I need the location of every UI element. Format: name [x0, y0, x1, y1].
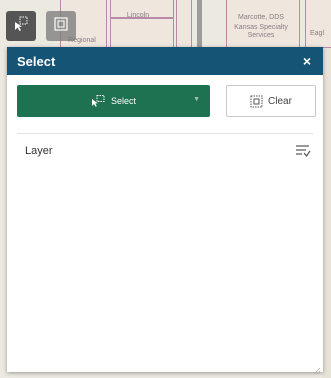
app-root: Lincoln Regional Marcotte, DDS Kansas Sp… — [0, 0, 331, 378]
resize-grip-icon[interactable] — [313, 362, 321, 375]
select-cursor-icon — [91, 95, 105, 107]
clear-selection-icon — [250, 95, 263, 108]
map-label: Marcotte, DDS — [238, 14, 284, 21]
select-panel: Select × Select ▼ Clear Layer — [7, 47, 323, 375]
filter-icon[interactable] — [295, 144, 313, 158]
map-road — [197, 0, 202, 48]
select-cursor-icon — [13, 16, 29, 37]
map-parcel — [305, 0, 331, 48]
select-button-label: Select — [110, 96, 136, 106]
map-label: Services — [247, 32, 275, 39]
map-road — [322, 48, 331, 378]
map-label: Lincoln — [126, 12, 150, 19]
chevron-down-icon[interactable]: ▼ — [193, 96, 200, 103]
rectangle-select-icon — [53, 16, 69, 37]
select-tool-button[interactable] — [6, 11, 36, 41]
panel-header: Select × — [7, 47, 323, 75]
layer-header-row: Layer — [17, 141, 313, 161]
map-parcel — [176, 0, 192, 48]
rectangle-select-tool-button[interactable] — [46, 11, 76, 41]
divider — [17, 133, 313, 134]
select-button[interactable]: Select ▼ — [17, 85, 210, 117]
close-button[interactable]: × — [299, 53, 315, 69]
map-label: Eagl — [310, 30, 325, 37]
action-row: Select ▼ Clear — [17, 85, 316, 117]
map-label: Kansas Specialty — [234, 24, 288, 31]
panel-title: Select — [17, 53, 56, 69]
map-parcel — [110, 18, 174, 48]
clear-button-label: Clear — [268, 95, 292, 107]
layer-header: Layer — [25, 145, 53, 157]
clear-button[interactable]: Clear — [226, 85, 316, 117]
